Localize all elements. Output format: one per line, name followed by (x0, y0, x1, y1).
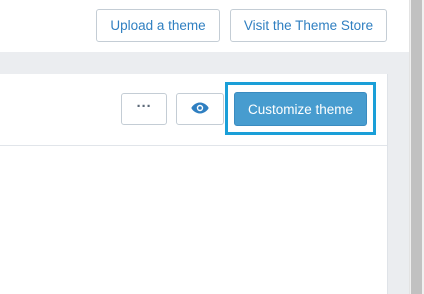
more-actions-button[interactable]: ··· (121, 93, 167, 125)
customize-theme-label: Customize theme (247, 101, 354, 117)
preview-button[interactable] (176, 93, 224, 125)
customize-theme-button[interactable]: Customize theme (234, 92, 367, 126)
visit-theme-store-label: Visit the Theme Store (243, 18, 374, 33)
section-separator (0, 52, 409, 74)
upload-theme-label: Upload a theme (110, 18, 206, 33)
eye-icon (191, 102, 209, 117)
header-actions: Upload a theme Visit the Theme Store (0, 0, 409, 52)
page-background-edge (388, 52, 409, 294)
upload-theme-button[interactable]: Upload a theme (96, 9, 220, 42)
visit-theme-store-button[interactable]: Visit the Theme Store (230, 9, 387, 42)
more-actions-label: ··· (136, 97, 152, 115)
card-divider (0, 145, 387, 146)
page: Upload a theme Visit the Theme Store ···… (0, 0, 424, 294)
scrollbar-thumb[interactable] (411, 0, 422, 294)
